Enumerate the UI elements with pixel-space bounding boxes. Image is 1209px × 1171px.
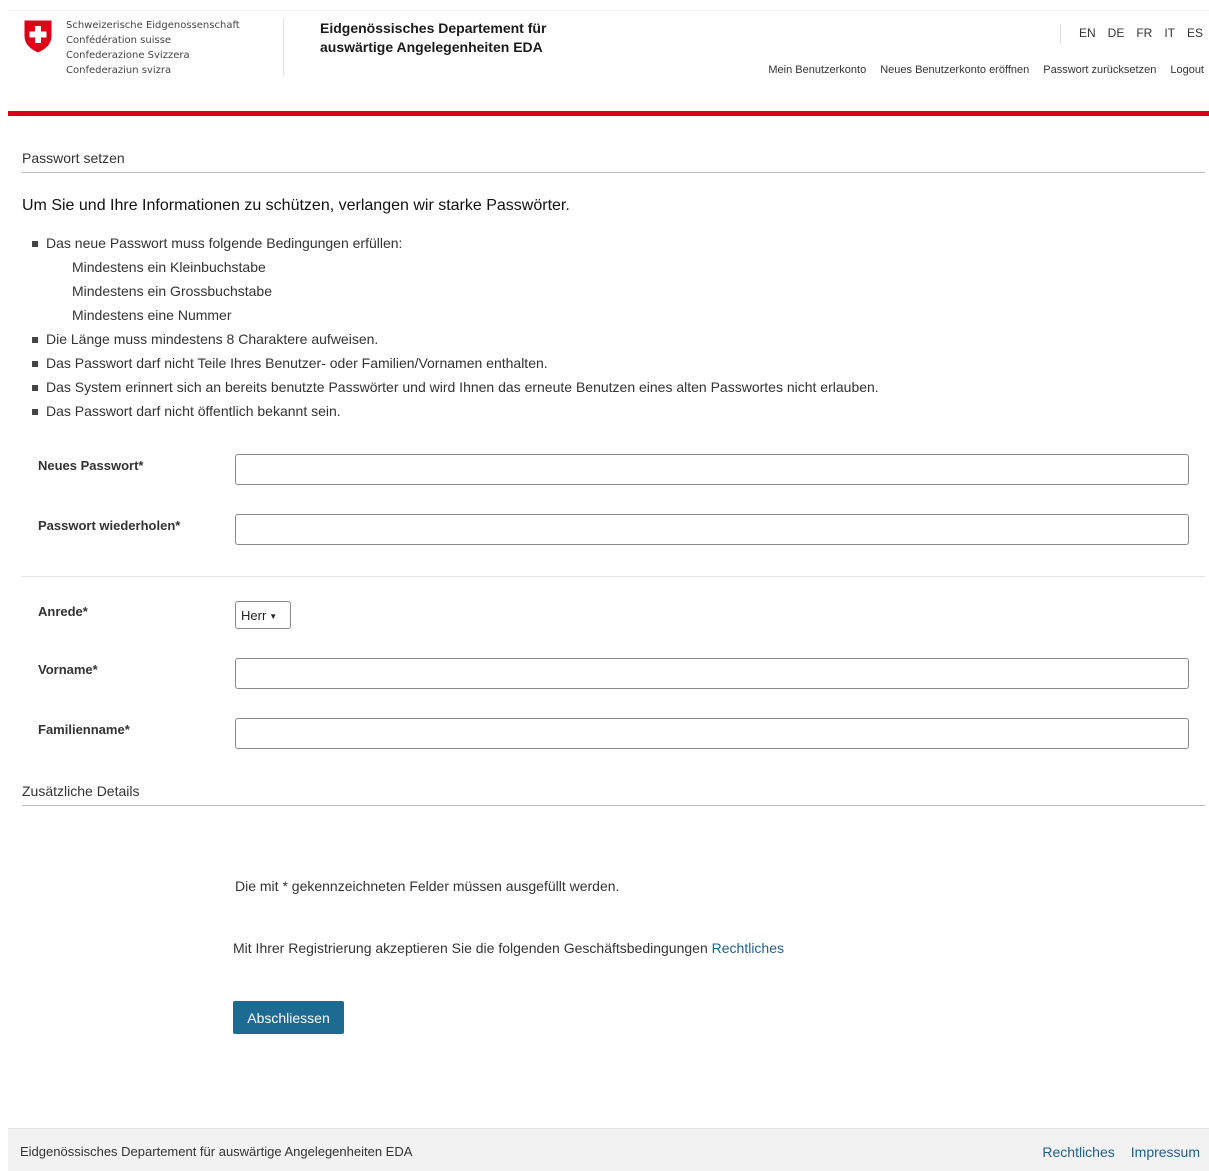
rule-subitem: Mindestens eine Nummer — [72, 307, 232, 323]
lang-es[interactable]: ES — [1181, 26, 1209, 40]
page-title: Passwort setzen — [22, 150, 125, 166]
form-divider — [22, 576, 1205, 577]
rule-item: Das Passwort darf nicht Teile Ihres Benu… — [32, 351, 879, 375]
extra-details-title: Zusätzliche Details — [22, 783, 140, 799]
nav-logout[interactable]: Logout — [1170, 64, 1204, 76]
terms-text: Mit Ihrer Registrierung akzeptieren Sie … — [233, 940, 708, 956]
caret-down-icon: ▼ — [269, 612, 278, 621]
salutation-select[interactable]: Herr ▼ — [235, 601, 291, 629]
password-rules: Das neue Passwort muss folgende Bedingun… — [32, 231, 879, 423]
rule-item: Die Länge muss mindestens 8 Charaktere a… — [32, 327, 879, 351]
lang-de[interactable]: DE — [1102, 26, 1131, 40]
language-divider — [1060, 24, 1061, 44]
nav-my-account[interactable]: Mein Benutzerkonto — [768, 64, 866, 76]
header-accent-bar — [8, 111, 1209, 116]
rule-subitem: Mindestens ein Kleinbuchstabe — [72, 259, 266, 275]
last-name-input[interactable] — [235, 718, 1189, 749]
repeat-password-input[interactable] — [235, 514, 1189, 545]
meta-navigation: Mein Benutzerkonto Neues Benutzerkonto e… — [754, 64, 1204, 76]
confed-rm: Confederaziun svizra — [66, 65, 172, 76]
site-footer: Eidgenössisches Departement für auswärti… — [8, 1128, 1209, 1171]
salutation-label: Anrede* — [38, 604, 88, 619]
terms-link[interactable]: Rechtliches — [712, 940, 784, 956]
lang-it[interactable]: IT — [1158, 26, 1181, 40]
confed-fr: Confédération suisse — [66, 35, 172, 46]
confederation-names: Schweizerische Eidgenossenschaft Confédé… — [66, 18, 240, 78]
site-header: Schweizerische Eidgenossenschaft Confédé… — [0, 0, 1209, 116]
lang-fr[interactable]: FR — [1130, 26, 1158, 40]
footer-legal-link[interactable]: Rechtliches — [1042, 1144, 1114, 1160]
confed-it: Confederazione Svizzera — [66, 50, 190, 61]
rule-item: Das Passwort darf nicht öffentlich bekan… — [32, 399, 879, 423]
new-password-input[interactable] — [235, 454, 1189, 485]
nav-new-account[interactable]: Neues Benutzerkonto eröffnen — [880, 64, 1029, 76]
extra-details-rule — [22, 805, 1205, 806]
footer-links: Rechtliches Impressum — [1026, 1144, 1200, 1160]
new-password-label: Neues Passwort* — [38, 458, 144, 473]
required-fields-note: Die mit * gekennzeichneten Felder müssen… — [235, 878, 620, 894]
repeat-password-label: Passwort wiederholen* — [38, 518, 181, 533]
terms-notice: Mit Ihrer Registrierung akzeptieren Sie … — [233, 940, 784, 956]
salutation-value: Herr — [241, 608, 267, 623]
title-rule — [22, 172, 1205, 173]
nav-reset-password[interactable]: Passwort zurücksetzen — [1043, 64, 1156, 76]
first-name-input[interactable] — [235, 658, 1189, 689]
header-divider — [283, 18, 284, 76]
rule-item: Das neue Passwort muss folgende Bedingun… — [32, 231, 879, 255]
footer-department: Eidgenössisches Departement für auswärti… — [20, 1144, 413, 1159]
first-name-label: Vorname* — [38, 662, 98, 677]
swiss-shield-icon — [23, 19, 53, 54]
top-divider — [8, 10, 1209, 11]
confederation-logo[interactable]: Schweizerische Eidgenossenschaft Confédé… — [22, 18, 240, 78]
footer-imprint-link[interactable]: Impressum — [1131, 1144, 1200, 1160]
last-name-label: Familienname* — [38, 722, 130, 737]
lang-en[interactable]: EN — [1073, 26, 1102, 40]
intro-heading: Um Sie und Ihre Informationen zu schütze… — [22, 197, 570, 214]
submit-button[interactable]: Abschliessen — [233, 1001, 344, 1034]
rule-item: Das System erinnert sich an bereits benu… — [32, 375, 879, 399]
language-switcher: EN DE FR IT ES — [1073, 26, 1209, 40]
rule-subitem: Mindestens ein Grossbuchstabe — [72, 283, 272, 299]
department-title: Eidgenössisches Departement für auswärti… — [320, 20, 547, 55]
confed-de: Schweizerische Eidgenossenschaft — [66, 20, 240, 31]
